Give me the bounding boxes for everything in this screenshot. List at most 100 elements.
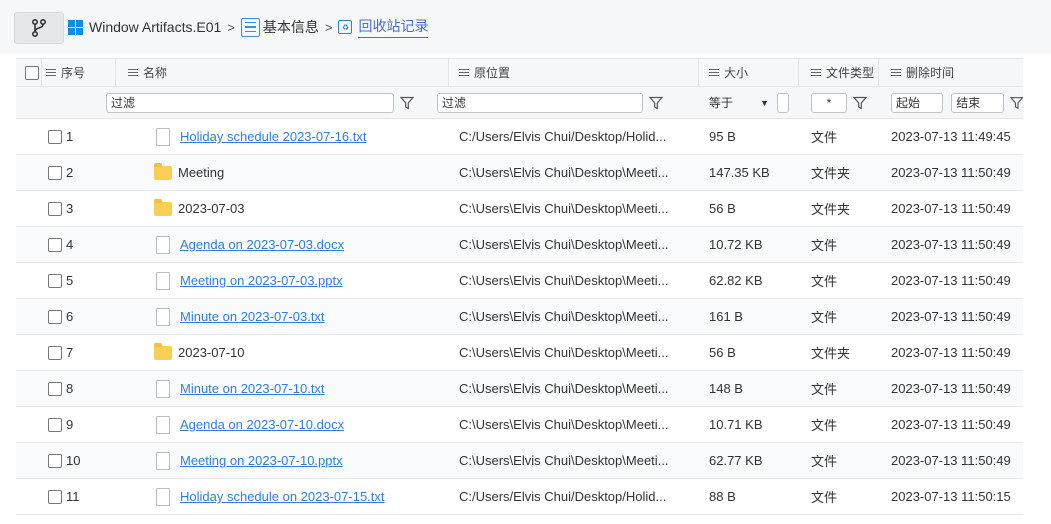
location-filter-cell: 过滤 — [437, 87, 699, 118]
column-header-index[interactable]: 序号 — [42, 59, 116, 86]
name-filter-cell: 过滤 — [106, 87, 449, 118]
column-header-deleted-time[interactable]: 删除时间 — [879, 59, 1023, 86]
row-index: 7 — [66, 345, 74, 360]
type-filter-funnel-icon[interactable] — [853, 96, 867, 110]
breadcrumb-item-evidence[interactable]: Window Artifacts.E01 — [68, 19, 221, 35]
time-filter-cell: 起始 结束 — [879, 87, 1024, 118]
row-size: 161 B — [709, 309, 743, 324]
time-end-input[interactable]: 结束 — [951, 92, 1004, 113]
row-type: 文件 — [811, 238, 838, 253]
row-name-link[interactable]: Holiday schedule 2023-07-16.txt — [180, 129, 366, 144]
breadcrumb-recycle-bin-label: 回收站记录 — [358, 16, 429, 38]
column-header-name-label: 名称 — [143, 66, 168, 80]
row-index: 2 — [66, 165, 74, 180]
size-value-input[interactable] — [777, 92, 789, 113]
row-type: 文件 — [811, 274, 838, 289]
row-checkbox[interactable] — [48, 237, 62, 252]
row-location-cell: C:\Users\Elvis Chui\Desktop\Meeti... — [449, 335, 699, 370]
row-checkbox[interactable] — [48, 273, 62, 288]
type-filter-input[interactable]: * — [811, 92, 847, 113]
size-filter-cell: 等于 ▼ — [699, 87, 799, 118]
table-row[interactable]: 6 Minute on 2023-07-03.txt C:\Users\Elvis … — [16, 299, 1023, 335]
row-name-link[interactable]: Holiday schedule on 2023-07-15.txt — [180, 489, 385, 504]
location-filter-input[interactable]: 过滤 — [437, 92, 643, 113]
column-header-location[interactable]: 原位置 — [449, 59, 699, 86]
row-name-link[interactable]: Meeting on 2023-07-03.pptx — [180, 273, 343, 288]
row-checkbox[interactable] — [48, 453, 62, 468]
file-icon — [156, 451, 170, 470]
branch-button[interactable] — [14, 12, 64, 44]
row-checkbox-cell — [16, 191, 62, 226]
table-row[interactable]: 7 2023-07-10 C:\Users\Elvis Chui\Desktop\M… — [16, 335, 1023, 371]
file-icon — [156, 271, 170, 290]
windows-logo-icon — [68, 19, 83, 35]
breadcrumb-item-recycle-bin[interactable]: ♻ 回收站记录 — [338, 16, 429, 38]
row-name-link[interactable]: Agenda on 2023-07-10.docx — [180, 417, 344, 432]
row-type: 文件夹 — [811, 202, 851, 217]
row-name-link[interactable]: Meeting on 2023-07-10.pptx — [180, 453, 343, 468]
table-row[interactable]: 4 Agenda on 2023-07-03.docx C:\Users\Elvis… — [16, 227, 1023, 263]
row-checkbox[interactable] — [48, 309, 62, 324]
breadcrumb: Window Artifacts.E01 > 基本信息 > ♻ 回收站记录 — [68, 12, 429, 42]
table-body: 1 Holiday schedule 2023-07-16.txt C:/Users… — [16, 119, 1023, 515]
select-all-checkbox[interactable] — [25, 65, 39, 80]
column-header-name[interactable]: 名称 — [116, 59, 449, 86]
type-filter-cell: * — [799, 87, 879, 118]
breadcrumb-separator: > — [324, 19, 333, 35]
row-checkbox[interactable] — [48, 345, 62, 360]
row-deleted-time: 2023-07-13 11:50:49 — [891, 201, 1011, 216]
top-bar: Window Artifacts.E01 > 基本信息 > ♻ 回收站记录 — [0, 0, 1051, 54]
file-icon — [156, 307, 170, 326]
row-index: 8 — [66, 381, 74, 396]
time-filter-funnel-icon[interactable] — [1009, 96, 1024, 110]
table-row[interactable]: 2 Meeting C:\Users\Elvis Chui\Desktop\Meet… — [16, 155, 1023, 191]
name-filter-input[interactable]: 过滤 — [106, 92, 394, 113]
table-row[interactable]: 1 Holiday schedule 2023-07-16.txt C:/Users… — [16, 119, 1023, 155]
row-size: 56 B — [709, 345, 736, 360]
size-operator-select[interactable]: 等于 ▼ — [709, 94, 773, 111]
row-type: 文件夹 — [811, 346, 851, 361]
time-start-input[interactable]: 起始 — [891, 92, 944, 113]
row-location: C:\Users\Elvis Chui\Desktop\Meeti... — [459, 165, 669, 180]
name-filter-funnel-icon[interactable] — [400, 96, 414, 110]
row-checkbox[interactable] — [48, 417, 62, 432]
table-row[interactable]: 5 Meeting on 2023-07-03.pptx C:\Users\Elvi… — [16, 263, 1023, 299]
column-header-size[interactable]: 大小 — [699, 59, 799, 86]
location-filter-funnel-icon[interactable] — [649, 96, 663, 110]
row-size: 62.82 KB — [709, 273, 763, 288]
row-checkbox[interactable] — [48, 129, 62, 144]
table-row[interactable]: 11 Holiday schedule on 2023-07-15.txt C:/U… — [16, 479, 1023, 515]
row-type: 文件 — [811, 490, 838, 505]
column-header-type[interactable]: 文件类型 — [799, 59, 879, 86]
row-checkbox-cell — [16, 119, 62, 154]
row-size: 95 B — [709, 129, 736, 144]
row-checkbox[interactable] — [48, 489, 62, 504]
row-checkbox[interactable] — [48, 381, 62, 396]
column-header-location-label: 原位置 — [474, 66, 511, 80]
table-row[interactable]: 3 2023-07-03 C:\Users\Elvis Chui\Desktop\M… — [16, 191, 1023, 227]
row-location-cell: C:\Users\Elvis Chui\Desktop\Meeti... — [449, 263, 699, 298]
row-name-link[interactable]: Minute on 2023-07-10.txt — [180, 381, 325, 396]
row-name-link[interactable]: Agenda on 2023-07-03.docx — [180, 237, 344, 252]
row-location: C:/Users/Elvis Chui/Desktop/Holid... — [459, 129, 667, 144]
column-header-index-label: 序号 — [61, 66, 86, 80]
row-checkbox[interactable] — [48, 201, 62, 216]
column-menu-icon — [128, 69, 138, 76]
row-type: 文件 — [811, 454, 838, 469]
folder-icon — [154, 198, 172, 216]
breadcrumb-item-basic-info[interactable]: 基本信息 — [240, 17, 319, 37]
row-size: 10.71 KB — [709, 417, 763, 432]
column-menu-icon — [891, 69, 901, 76]
column-menu-icon — [459, 69, 469, 76]
row-deleted-time: 2023-07-13 11:50:49 — [891, 165, 1011, 180]
table-row[interactable]: 9 Agenda on 2023-07-10.docx C:\Users\Elvis… — [16, 407, 1023, 443]
row-location: C:\Users\Elvis Chui\Desktop\Meeti... — [459, 453, 669, 468]
row-name-cell: Meeting — [116, 155, 449, 190]
row-size: 10.72 KB — [709, 237, 763, 252]
row-checkbox[interactable] — [48, 165, 62, 180]
row-name-link[interactable]: Minute on 2023-07-03.txt — [180, 309, 325, 324]
row-index: 4 — [66, 237, 74, 252]
table-row[interactable]: 10 Meeting on 2023-07-10.pptx C:\Users\Elv… — [16, 443, 1023, 479]
row-type: 文件夹 — [811, 166, 851, 181]
table-row[interactable]: 8 Minute on 2023-07-10.txt C:\Users\Elvis … — [16, 371, 1023, 407]
